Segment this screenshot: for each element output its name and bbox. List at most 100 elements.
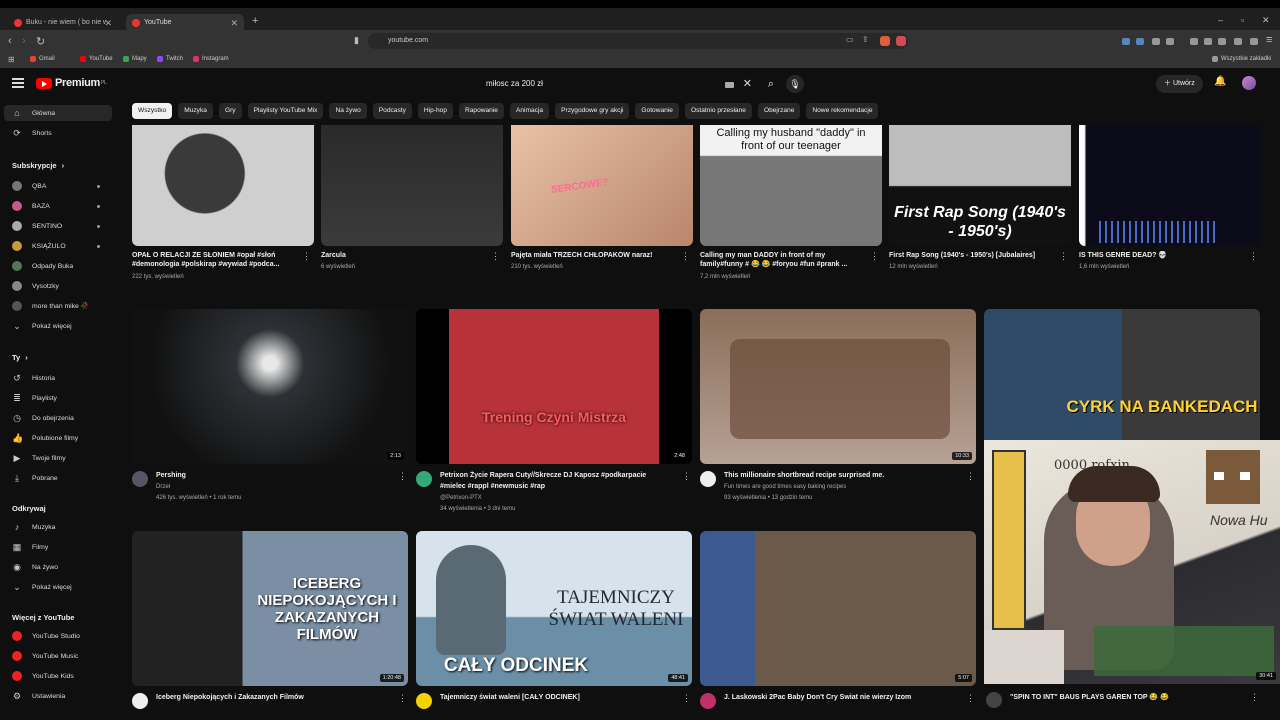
sidebar-item[interactable]: KSIĄŻULO — [12, 239, 100, 253]
short-thumbnail[interactable]: SERCOWE? — [511, 125, 693, 246]
sidebar-item[interactable]: ⌂ Główna — [12, 106, 55, 120]
short-thumbnail[interactable] — [1079, 125, 1261, 246]
channel-avatar[interactable] — [132, 693, 148, 709]
hamburger-menu-icon[interactable] — [12, 78, 24, 88]
video-title[interactable]: Tajemniczy świat waleni [CAŁY ODCINEK] — [440, 693, 676, 702]
url-field[interactable]: youtube.com — [368, 33, 908, 49]
sidebar-item[interactable]: BAZA — [12, 199, 100, 213]
sidebar-item[interactable]: ▦ Filmy — [12, 540, 49, 554]
video-title[interactable]: This millionaire shortbread recipe surpr… — [724, 471, 960, 480]
more-options-icon[interactable]: ⋮ — [966, 471, 975, 482]
search-icon[interactable]: ⌕ — [768, 74, 774, 94]
back-arrow-icon[interactable]: ‹ — [8, 35, 12, 47]
short-title[interactable]: Calling my man DADDY in front of my fami… — [700, 251, 860, 269]
filter-chip[interactable]: Ostatnio przesłane — [684, 103, 752, 119]
short-thumbnail[interactable]: Calling my husband "daddy" in front of o… — [700, 125, 882, 246]
sidebar-item[interactable]: QBA — [12, 179, 100, 193]
filter-chip[interactable]: Podcasty — [372, 103, 412, 119]
filter-chip[interactable]: Na żywo — [329, 103, 367, 119]
channel-avatar[interactable] — [132, 471, 148, 487]
channel-name[interactable]: Drzeł — [156, 482, 170, 492]
extension-icon[interactable] — [1166, 38, 1174, 45]
video-card[interactable]: "SPIN TO INT" BAUS PLAYS GAREN TOP 😂 😂 ⋮ — [984, 688, 1260, 710]
video-thumbnail[interactable]: 10:33 — [700, 309, 976, 464]
bookmark-instagram[interactable]: Instagram — [193, 56, 229, 62]
create-button[interactable]: ＋ Utwórz — [1156, 75, 1203, 93]
more-options-icon[interactable]: ⋮ — [1059, 251, 1068, 262]
share-icon[interactable]: ⇪ — [862, 35, 869, 44]
bookmark-icon[interactable]: ▮ — [354, 35, 359, 46]
wallet-icon[interactable] — [1218, 38, 1226, 45]
short-thumbnail[interactable]: First Rap Song (1940's - 1950's) — [889, 125, 1071, 246]
channel-avatar[interactable] — [700, 693, 716, 709]
sidebar-item[interactable]: Vysotzky — [12, 279, 59, 293]
video-thumbnail[interactable]: Trening Czyni Mistrza 2:48 — [416, 309, 692, 464]
bookmark-youtube[interactable]: YouTube — [80, 56, 113, 62]
filter-chip[interactable]: Gotowanie — [635, 103, 679, 119]
download-icon[interactable] — [1250, 38, 1258, 45]
sidebar-item[interactable]: ♪ Muzyka — [12, 520, 56, 534]
vpn-icon[interactable] — [1234, 38, 1242, 45]
video-card[interactable]: 2:13 Pershing Drzeł 426 tys. wyświetleń • 1… — [132, 309, 408, 519]
video-title-line2[interactable]: #mielec #rappl #newmusic #rap — [440, 482, 676, 491]
sidebar-item[interactable]: ⟳ Shorts — [12, 126, 51, 140]
channel-avatar[interactable] — [986, 692, 1002, 708]
more-options-icon[interactable]: ⋮ — [681, 251, 690, 262]
media-icon[interactable] — [1190, 38, 1198, 45]
short-card[interactable]: Calling my husband "daddy" in front of o… — [700, 125, 882, 285]
microphone-icon[interactable]: 🎙 — [786, 75, 804, 93]
extension-icon[interactable] — [1152, 38, 1160, 45]
video-card[interactable]: Trening Czyni Mistrza 2:48 Petrixon Życie … — [416, 309, 692, 519]
video-card[interactable]: 10:33 This millionaire shortbread recipe … — [700, 309, 976, 519]
sidebar-item[interactable]: SENTINO — [12, 219, 100, 233]
account-avatar[interactable] — [1242, 76, 1256, 90]
new-tab-icon[interactable]: + — [252, 15, 258, 27]
filter-chip[interactable]: Muzyka — [178, 103, 213, 119]
more-options-icon[interactable]: ⋮ — [966, 693, 975, 704]
sidebar-item[interactable]: Odpady Buka — [12, 259, 73, 273]
subscriptions-header[interactable]: Subskrypcje › — [12, 161, 64, 170]
sidebar-item[interactable]: YouTube Kids — [12, 669, 74, 683]
more-options-icon[interactable]: ⋮ — [1250, 692, 1259, 703]
clear-search-icon[interactable]: ✕ — [743, 74, 752, 94]
more-options-icon[interactable]: ⋮ — [398, 693, 407, 704]
short-card[interactable]: IS THIS GENRE DEAD? 💀 1,6 mln wyświetleń ⋮ — [1079, 125, 1261, 285]
sidebar-item[interactable]: ⚙ Ustawienia — [12, 689, 65, 703]
short-card[interactable]: SERCOWE? Pajęta miała TRZECH CHŁOPAKÓW na… — [511, 125, 693, 285]
sidebar-item[interactable]: more than mike 🥀 — [12, 299, 89, 313]
video-thumbnail[interactable]: 2:13 — [132, 309, 408, 464]
bookmark-twitch[interactable]: Twitch — [157, 56, 183, 62]
all-bookmarks[interactable]: Wszystkie zakładki — [1212, 56, 1271, 62]
sidebar-item[interactable]: ↺ Historia — [12, 371, 55, 385]
sidebar-item[interactable]: ≣ Playlisty — [12, 391, 57, 405]
sidebar-item[interactable]: ⌄ Pokaż więcej — [12, 580, 71, 594]
video-thumbnail[interactable]: TAJEMNICZY ŚWIAT WALENI CAŁY ODCINEK 48:41 — [416, 531, 692, 686]
minimize-icon[interactable]: – — [1218, 15, 1223, 25]
video-card[interactable]: TAJEMNICZY ŚWIAT WALENI CAŁY ODCINEK 48:41… — [416, 531, 692, 711]
filter-chip[interactable]: Animacja — [509, 103, 550, 119]
bookmark-mapy[interactable]: Mapy — [123, 56, 147, 62]
video-card[interactable]: 5:07 J. Laskowski 2Pac Baby Don't Cry Świ… — [700, 531, 976, 711]
bookmark-gmail[interactable]: Gmail — [30, 56, 55, 62]
sidebar-item[interactable]: ⌄ Pokaż więcej — [12, 319, 71, 333]
video-card[interactable]: ICEBERG NIEPOKOJĄCYCH I ZAKAZANYCH FILMÓ… — [132, 531, 408, 711]
sidebar-icon[interactable] — [1204, 38, 1212, 45]
filter-chip[interactable]: Rapowanie — [458, 103, 504, 119]
cast-icon[interactable]: ▭ — [846, 35, 854, 44]
video-title[interactable]: Iceberg Niepokojących i Zakazanych Filmó… — [156, 693, 392, 702]
youtube-premium-logo[interactable]: Premium PL — [36, 77, 107, 89]
extension-icon[interactable] — [1136, 38, 1144, 45]
more-options-icon[interactable]: ⋮ — [682, 693, 691, 704]
short-thumbnail[interactable] — [132, 125, 314, 246]
filter-chip[interactable]: Gry — [218, 103, 242, 119]
sidebar-item[interactable]: ◉ Na żywo — [12, 560, 58, 574]
channel-name[interactable]: Fun times are good times easy baking rec… — [724, 482, 846, 492]
extension-icon[interactable] — [1122, 38, 1130, 45]
more-options-icon[interactable]: ⋮ — [682, 471, 691, 482]
you-header[interactable]: Ty › — [12, 353, 28, 362]
channel-avatar[interactable] — [416, 471, 432, 487]
brave-shield-icon[interactable] — [880, 36, 890, 46]
forward-arrow-icon[interactable]: › — [22, 35, 26, 47]
short-card[interactable]: OPAŁ O RELACJI ZE SŁONIEM #opał #słoń #d… — [132, 125, 314, 285]
search-input[interactable]: miłosc za 200 zł ✕ ⌕ — [478, 74, 778, 94]
